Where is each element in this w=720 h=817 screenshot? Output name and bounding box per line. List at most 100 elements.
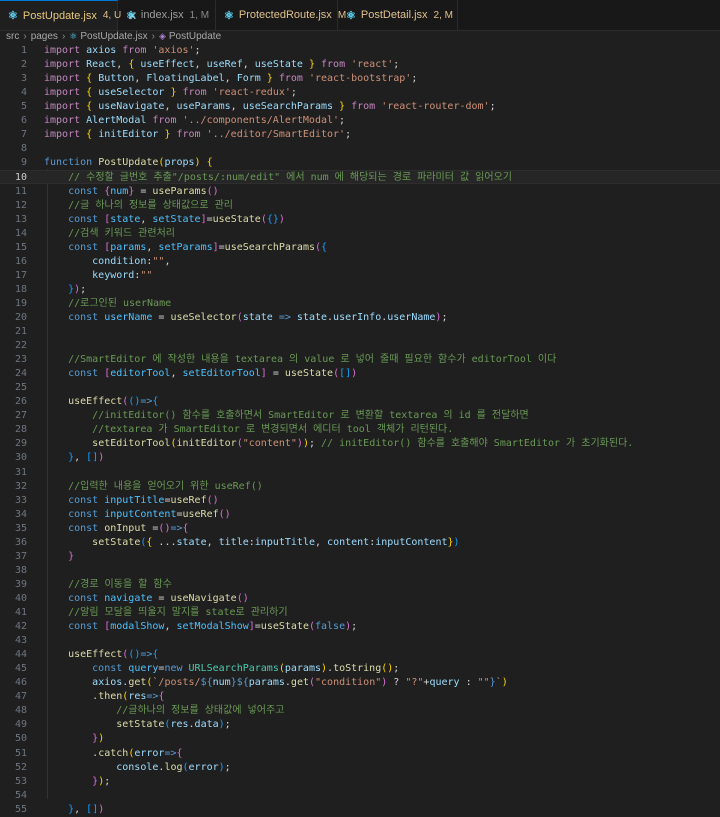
code-line[interactable]: 4 import { useSelector } from 'react-redu… [0,86,720,100]
code-line[interactable]: 26 useEffect(()=>{ [0,395,720,409]
code-token: content [327,537,370,548]
line-number: 45 [14,663,27,674]
code-line[interactable]: 23 //SmartEditor 에 작성한 내용을 textarea 의 va… [0,353,720,367]
tab-index-jsx[interactable]: ⚛ index.jsx 1, M [118,0,216,30]
code-line[interactable]: 16 condition:"", [0,255,720,269]
code-token: log [164,762,183,773]
code-line[interactable]: 34 const inputContent=useRef() [0,508,720,522]
code-token: from [345,101,382,112]
code-token: {} [266,214,279,225]
code-line[interactable]: 5 import { useNavigate, useParams, useSea… [0,100,720,114]
breadcrumb-src[interactable]: src [6,31,19,42]
code-line[interactable]: 12 //글 하나의 정보를 상태값으로 관리 [0,199,720,213]
code-line[interactable]: 36 setState({ ...state, title:inputTitle… [0,536,720,550]
code-token: , [140,214,153,225]
code-token: import [44,73,87,84]
code-line[interactable]: 45 const query=new URLSearchParams(param… [0,662,720,676]
react-icon: ⚛ [346,9,356,22]
code-line[interactable]: 1 import axios from 'axios'; [0,44,720,58]
code-line[interactable]: 47 .then(res=>{ [0,690,720,704]
code-line[interactable]: 30 }, []) [0,451,720,465]
code-token: inputTitle [254,537,315,548]
code-token: ) [98,452,105,463]
code-editor[interactable]: 1 import axios from 'axios'; 2 import React… [0,43,720,815]
code-line[interactable]: 38 [0,564,720,578]
code-line[interactable]: 29 setEditorTool(initEditor("content"));… [0,437,720,451]
code-line[interactable]: 52 console.log(error); [0,761,720,775]
code-line[interactable]: 39 //경로 이동을 할 함수 [0,578,720,592]
code-line[interactable]: 41 //알림 모달을 띄울지 말지를 state로 관리하기 [0,606,720,620]
code-line[interactable]: 54 [0,789,720,803]
code-line[interactable]: 31 [0,466,720,480]
line-number: 36 [14,537,27,548]
code-line[interactable]: 15 const [params, setParams]=useSearchPa… [0,241,720,255]
code-token: useSearchParams [242,101,340,112]
code-token: '../components/AlertModal' [182,115,340,126]
code-token: Form [236,73,267,84]
code-line[interactable]: 21 [0,325,720,339]
breadcrumb-file[interactable]: PostUpdate.jsx [80,31,147,42]
code-line[interactable]: 8 [0,142,720,156]
code-token: = [152,593,171,604]
tab-postupdate-jsx[interactable]: ⚛ PostUpdate.jsx 4, U ✕ [0,0,137,30]
line-number: 44 [14,649,27,660]
code-line[interactable]: 22 [0,339,720,353]
code-line[interactable]: 46 axios.get(`/posts/${num}${params.get(… [0,676,720,690]
code-token: ) [194,157,207,168]
tab-protectedroute-jsx[interactable]: ⚛ ProtectedRoute.jsx M [216,0,346,30]
code-line[interactable]: 6 import AlertModal from '../components/A… [0,114,720,128]
code-line[interactable]: 35 const onInput =()=>{ [0,522,720,536]
code-text: import AlertModal from '../components/Al… [44,114,345,128]
line-number: 42 [14,621,27,632]
code-line[interactable]: 9 function PostUpdate(props) { [0,156,720,170]
code-token: setState [116,719,165,730]
code-line[interactable]: 25 [0,381,720,395]
code-line[interactable]: 48 //글하나의 정보를 상태값에 넣어주고 [0,704,720,718]
line-number: 7 [20,129,27,140]
code-line[interactable]: 55 }, []) [0,803,720,817]
tab-postdetail-jsx[interactable]: ⚛ PostDetail.jsx 2, M [338,0,458,30]
code-line[interactable]: 27 //initEditor() 함수를 호출하면서 SmartEditor … [0,409,720,423]
code-line[interactable]: 37 } [0,550,720,564]
code-line[interactable]: 50 }) [0,732,720,746]
code-token: 'react-redux' [212,87,291,98]
code-line[interactable]: 51 .catch(error=>{ [0,747,720,761]
breadcrumb-pages[interactable]: pages [31,31,58,42]
code-line[interactable]: 13 const [state, setState]=useState({}) [0,213,720,227]
code-line[interactable]: 53 }); [0,775,720,789]
code-token: from [152,115,183,126]
breadcrumb-symbol[interactable]: PostUpdate [169,31,221,42]
code-line[interactable]: 14 //검색 키워드 관련처리 [0,227,720,241]
line-number: 17 [14,270,27,281]
code-line[interactable]: 43 [0,634,720,648]
line-number: 30 [14,452,27,463]
code-token: ; [411,73,418,84]
code-line[interactable]: 24 const [editorTool, setEditorTool] = u… [0,367,720,381]
code-line[interactable]: 32 //입력한 내용을 얻어오기 위한 useRef() [0,480,720,494]
react-icon: ⚛ [69,31,78,41]
code-line[interactable]: 42 const [modalShow, setModalShow]=useSt… [0,620,720,634]
code-line[interactable]: 11 const {num} = useParams() [0,185,720,199]
code-token: setState [152,214,201,225]
code-line[interactable]: 44 useEffect(()=>{ [0,648,720,662]
code-line[interactable]: 10 // 수정할 글번호 추출"/posts/:num/edit" 에서 nu… [0,170,720,184]
code-line[interactable]: 17 keyword:"" [0,269,720,283]
code-line[interactable]: 2 import React, { useEffect, useRef, useS… [0,58,720,72]
code-token: res [170,719,189,730]
code-token: () [128,649,141,660]
code-line[interactable]: 18 }); [0,283,720,297]
code-line[interactable]: 19 //로그인된 userName [0,297,720,311]
code-text: useEffect(()=>{ [44,648,158,662]
code-line[interactable]: 33 const inputTitle=useRef() [0,494,720,508]
code-line[interactable]: 49 setState(res.data); [0,718,720,732]
code-line[interactable]: 7 import { initEditor } from '../editor/S… [0,128,720,142]
code-line[interactable]: 40 const navigate = useNavigate() [0,592,720,606]
code-line[interactable]: 28 //textarea 가 SmartEditor 로 변경되면서 에디터 … [0,423,720,437]
code-line[interactable]: 3 import { Button, FloatingLabel, Form } … [0,72,720,86]
code-token: editorTool [110,368,171,379]
code-line[interactable]: 20 const userName = useSelector(state =>… [0,311,720,325]
code-token: , [164,256,171,267]
code-token: ${ [236,677,249,688]
